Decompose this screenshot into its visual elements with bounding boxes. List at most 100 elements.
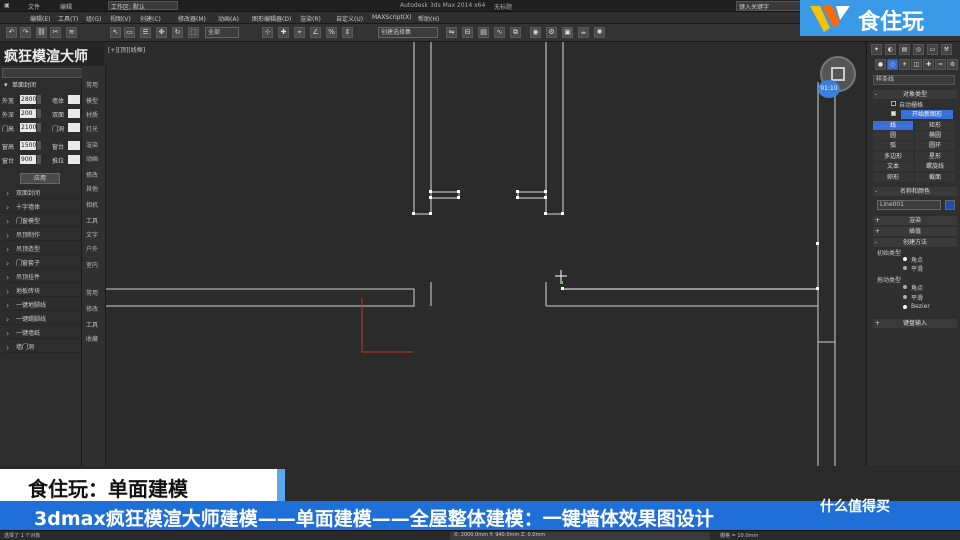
category-item[interactable]: 渲染 (86, 140, 98, 149)
material-editor-icon[interactable]: ◉ (530, 27, 541, 38)
utilities-tab-icon[interactable]: ⚒ (941, 44, 952, 55)
render-setup-icon[interactable]: ⚙ (546, 27, 557, 38)
scale-icon[interactable]: ⬚ (188, 27, 199, 38)
field-input[interactable]: 2100 (20, 123, 36, 132)
collapsed-section[interactable]: › 吊顶制作 (2, 230, 80, 241)
render-icon[interactable]: ☕ (578, 27, 589, 38)
category-item[interactable]: 灯光 (86, 124, 98, 133)
start-new-shape-button[interactable]: 开始新图形 (901, 110, 953, 119)
menu-item[interactable]: 组(G) (86, 14, 101, 23)
systems-icon[interactable]: ⚙ (947, 59, 958, 70)
spinner[interactable] (37, 95, 41, 104)
menu-item[interactable]: 创建(C) (140, 14, 161, 23)
field-input[interactable]: 1500 (20, 141, 36, 150)
select-region-icon[interactable]: ▭ (124, 27, 135, 38)
category-item[interactable]: 常用 (86, 288, 98, 297)
curve-editor-icon[interactable]: ∿ (494, 27, 505, 38)
category-item[interactable]: 材质 (86, 110, 98, 119)
object-category-dropdown[interactable]: 样条线 (873, 75, 955, 85)
menu-item[interactable]: 帮助(H) (418, 14, 439, 23)
initial-smooth-radio[interactable] (903, 266, 907, 270)
menu-item[interactable]: 动画(A) (218, 14, 239, 23)
spinner[interactable] (37, 123, 41, 132)
layer-icon[interactable]: ▤ (478, 27, 489, 38)
apply-button[interactable]: 应用 (20, 173, 60, 184)
shape-rectangle-button[interactable]: 矩形 (915, 121, 955, 130)
named-selection-dropdown[interactable]: 创建选择集 (378, 27, 438, 38)
bind-icon[interactable]: ≋ (66, 27, 77, 38)
category-item[interactable]: 模型 (86, 96, 98, 105)
rollout-rendering[interactable]: + 渲染 (873, 216, 957, 225)
category-item[interactable]: 修改 (86, 304, 98, 313)
top-viewport[interactable]: [+][顶][线框] (106, 42, 866, 466)
move-icon[interactable]: ✥ (156, 27, 167, 38)
redo-icon[interactable]: ↷ (20, 27, 31, 38)
spacewarps-icon[interactable]: ≈ (935, 59, 946, 70)
view-cube-face[interactable] (831, 67, 845, 81)
geometry-icon[interactable]: ● (875, 59, 886, 70)
menu-item[interactable]: 修改器(M) (178, 14, 206, 23)
shapes-icon[interactable]: ◇ (887, 59, 898, 70)
category-item[interactable]: 相机 (86, 200, 98, 209)
collapsed-section[interactable]: › 吊顶造型 (2, 244, 80, 255)
menu-item[interactable]: 图形编辑器(D) (252, 14, 291, 23)
category-item[interactable]: 文字 (86, 230, 98, 239)
field-input[interactable] (68, 155, 80, 164)
category-item[interactable]: 其他 (86, 184, 98, 193)
lights-icon[interactable]: ☀ (899, 59, 910, 70)
rotate-icon[interactable]: ↻ (172, 27, 183, 38)
pivot-icon[interactable]: ⊹ (262, 27, 273, 38)
object-name-input[interactable]: Line001 (877, 200, 941, 210)
create-tab-icon[interactable]: ✦ (871, 44, 882, 55)
field-input[interactable] (68, 109, 80, 118)
shape-donut-button[interactable]: 圆环 (915, 141, 955, 150)
menu-item[interactable]: MAXScript(X) (372, 14, 412, 21)
mirror-icon[interactable]: ⇋ (446, 27, 457, 38)
spinner[interactable] (37, 155, 41, 164)
shape-circle-button[interactable]: 圆 (873, 131, 913, 140)
collapsed-section[interactable]: › 一键地脚线 (2, 300, 80, 311)
start-new-shape-checkbox[interactable] (891, 111, 896, 116)
field-input[interactable]: 200 (20, 109, 36, 118)
render-frame-icon[interactable]: ▣ (562, 27, 573, 38)
workspace-dropdown[interactable]: 工作区: 默认 (108, 1, 178, 11)
shape-arc-button[interactable]: 弧 (873, 141, 913, 150)
spinner[interactable] (37, 141, 41, 150)
shape-star-button[interactable]: 星形 (915, 152, 955, 161)
shape-egg-button[interactable]: 卵形 (873, 173, 913, 182)
menu-file[interactable]: 文件 (28, 2, 40, 11)
rollout-object-type[interactable]: - 对象类型 (873, 90, 957, 99)
menu-item[interactable]: 编辑(E) (30, 14, 50, 23)
category-item[interactable]: 工具 (86, 320, 98, 329)
select-icon[interactable]: ↖ (110, 27, 121, 38)
collapsed-section[interactable]: › 门窗模型 (2, 216, 80, 227)
link-icon[interactable]: ⛓ (36, 27, 47, 38)
section-single-sided[interactable]: ▾ 单面封闭 (2, 80, 80, 91)
category-item[interactable]: 室内 (86, 260, 98, 269)
auto-grid-checkbox[interactable] (891, 101, 896, 106)
undo-icon[interactable]: ↶ (6, 27, 17, 38)
select-by-name-icon[interactable]: ☰ (140, 27, 151, 38)
shape-section-button[interactable]: 截面 (915, 173, 955, 182)
drag-bezier-radio[interactable] (903, 305, 907, 309)
modify-tab-icon[interactable]: ◐ (885, 44, 896, 55)
angle-snap-icon[interactable]: ∠ (310, 27, 321, 38)
collapsed-section[interactable]: › 一键踢脚线 (2, 314, 80, 325)
rollout-interpolation[interactable]: + 插值 (873, 227, 957, 236)
rollout-name-color[interactable]: - 名称和颜色 (873, 187, 957, 196)
menu-item[interactable]: 工具(T) (58, 14, 78, 23)
category-item[interactable]: 工具 (86, 216, 98, 225)
collapsed-section[interactable]: › 地板砖块 (2, 286, 80, 297)
drag-corner-radio[interactable] (903, 285, 907, 289)
field-input[interactable]: 2800 (20, 95, 36, 104)
app-menu-icon[interactable]: ▣ (4, 2, 10, 9)
shape-text-button[interactable]: 文本 (873, 162, 913, 171)
field-input[interactable] (68, 141, 80, 150)
manipulate-icon[interactable]: ✚ (278, 27, 289, 38)
category-item[interactable]: 户外 (86, 244, 98, 253)
category-item[interactable]: 修改 (86, 170, 98, 179)
rollout-keyboard-entry[interactable]: + 键盘输入 (873, 319, 957, 328)
snap-icon[interactable]: ⌖ (294, 27, 305, 38)
collapsed-section[interactable]: › 墙门洞 (2, 342, 80, 353)
collapsed-section[interactable]: › 吊顶挂件 (2, 272, 80, 283)
